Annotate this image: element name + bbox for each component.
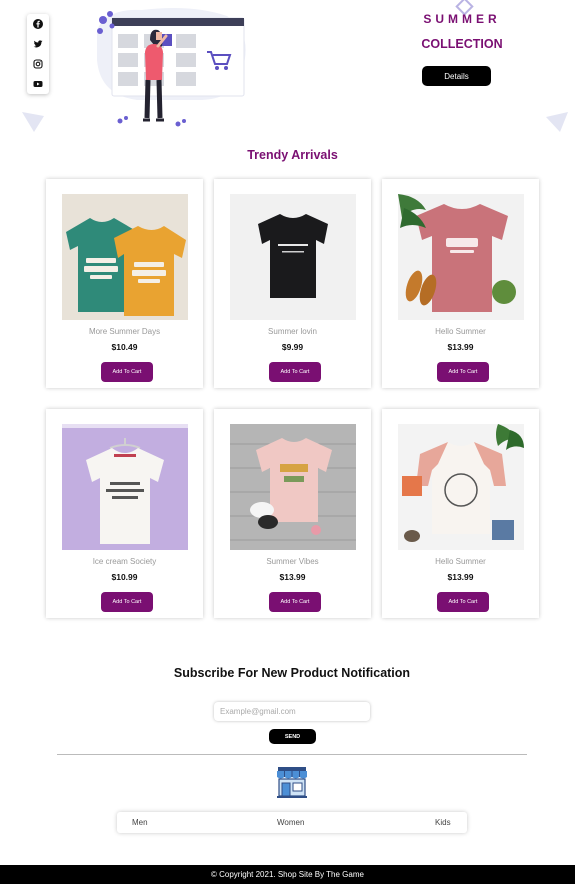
product-price: $10.99 (111, 572, 138, 582)
category-link-women[interactable]: Women (277, 818, 304, 827)
copyright-text: © Copyright 2021. Shop Site By The Game (211, 870, 364, 879)
instagram-icon[interactable] (33, 59, 43, 69)
product-image-hello-summer[interactable] (398, 194, 524, 320)
product-price: $13.99 (447, 342, 474, 352)
product-name: More Summer Days (88, 327, 161, 336)
product-card: Hello Summer $13.99 Add To Cart (382, 409, 539, 618)
product-name: Hello Summer (435, 327, 486, 336)
divider (57, 754, 527, 755)
decorative-triangle-right (546, 112, 568, 132)
add-to-cart-button[interactable]: Add To Cart (101, 362, 153, 382)
add-to-cart-button[interactable]: Add To Cart (437, 362, 489, 382)
details-button[interactable]: Details (422, 66, 491, 86)
facebook-icon[interactable] (33, 19, 43, 29)
product-image-ice-cream-society[interactable] (62, 424, 188, 550)
category-link-men[interactable]: Men (132, 818, 148, 827)
product-card: Ice cream Society $10.99 Add To Cart (46, 409, 203, 618)
decorative-triangle-left (22, 112, 44, 132)
email-input[interactable] (214, 702, 370, 721)
social-links (27, 14, 49, 94)
hero-title-collection: COLLECTION (421, 37, 503, 51)
twitter-icon[interactable] (33, 39, 43, 49)
product-price: $9.99 (281, 342, 304, 352)
product-price: $13.99 (447, 572, 474, 582)
product-card: Hello Summer $13.99 Add To Cart (382, 179, 539, 388)
product-card: Summer Vibes $13.99 Add To Cart (214, 409, 371, 618)
product-image-hello-summer-raglan[interactable] (398, 424, 524, 550)
section-title-trendy-arrivals: Trendy Arrivals (247, 148, 338, 162)
product-name: Hello Summer (435, 557, 486, 566)
store-icon (277, 767, 307, 798)
add-to-cart-button[interactable]: Add To Cart (101, 592, 153, 612)
product-card: More Summer Days $10.49 Add To Cart (46, 179, 203, 388)
add-to-cart-button[interactable]: Add To Cart (269, 362, 321, 382)
product-name: Ice cream Society (92, 557, 157, 566)
product-name: Summer Vibes (266, 557, 319, 566)
shopping-illustration (97, 8, 246, 127)
add-to-cart-button[interactable]: Add To Cart (437, 592, 489, 612)
send-button[interactable]: SEND (269, 729, 316, 744)
hero-banner: SUMMER COLLECTION Details (0, 0, 575, 140)
product-card: Summer lovin $9.99 Add To Cart (214, 179, 371, 388)
category-nav: Men Women Kids (117, 812, 467, 833)
hero-title-summer: SUMMER (423, 12, 501, 26)
product-price: $13.99 (279, 572, 306, 582)
youtube-icon[interactable] (33, 79, 43, 89)
product-name: Summer lovin (268, 327, 317, 336)
footer: © Copyright 2021. Shop Site By The Game (0, 865, 575, 884)
add-to-cart-button[interactable]: Add To Cart (269, 592, 321, 612)
category-link-kids[interactable]: Kids (435, 818, 451, 827)
product-image-summer-lovin[interactable] (230, 194, 356, 320)
product-price: $10.49 (111, 342, 138, 352)
product-image-more-summer-days[interactable] (62, 194, 188, 320)
product-image-summer-vibes[interactable] (230, 424, 356, 550)
subscribe-title: Subscribe For New Product Notification (173, 666, 411, 680)
